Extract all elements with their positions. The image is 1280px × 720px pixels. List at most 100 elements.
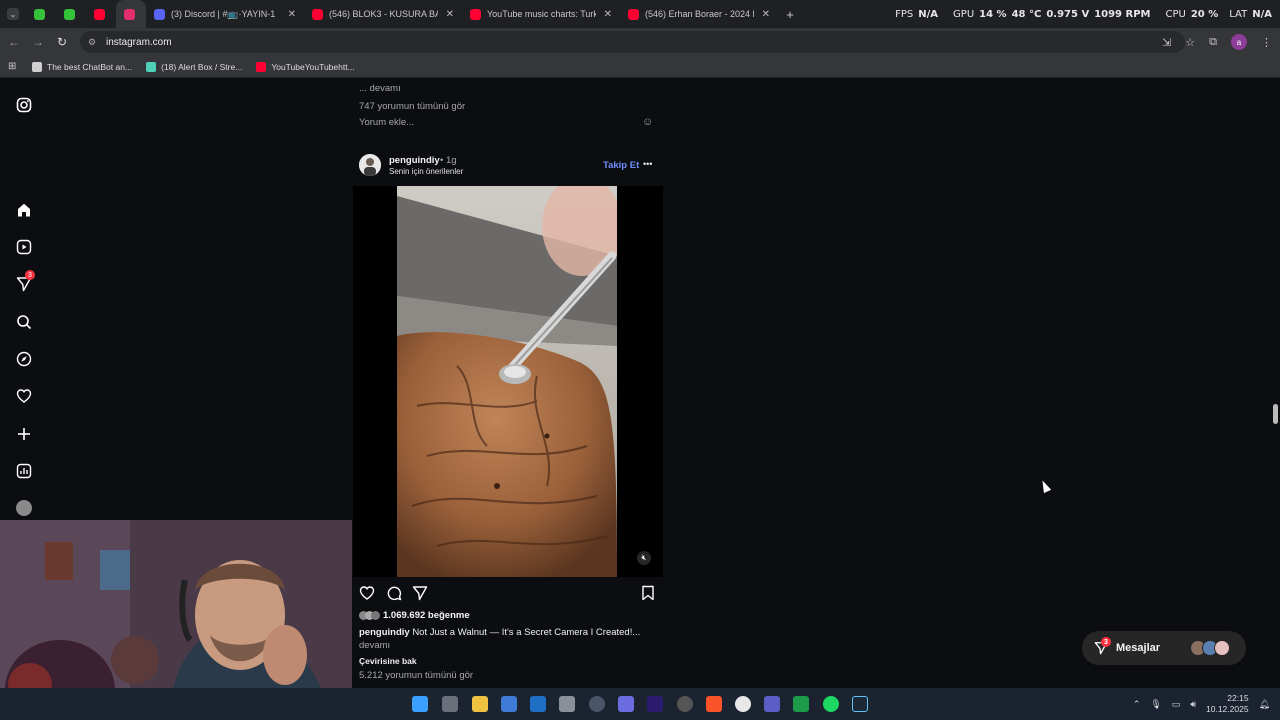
tab-favicon-icon (628, 8, 639, 20)
browser-tab[interactable]: (546) BLOK3 - KUSURA BAKMA ✕ (304, 0, 462, 28)
tab-favicon-icon (64, 8, 75, 20)
post-avatar[interactable] (359, 154, 381, 176)
bookmarks-bar: ⊞ The best ChatBot an... (18) Alert Box /… (0, 56, 1280, 78)
bookmark-item[interactable]: The best ChatBot an... (32, 61, 133, 72)
clock[interactable]: 22:15 10.12.2025 (1206, 693, 1249, 715)
bookmark-item[interactable]: YouTubeYouTubehtt... (256, 61, 355, 72)
messages-button[interactable]: 3 Mesajlar (1082, 631, 1246, 665)
steam-icon[interactable] (852, 696, 868, 712)
home-icon[interactable] (15, 201, 33, 219)
emoji-icon[interactable]: ☺ (642, 116, 653, 128)
caption-username[interactable]: penguindiy (359, 627, 410, 638)
tab-close-icon[interactable]: ✕ (288, 9, 296, 20)
mute-icon[interactable]: 🔇︎ (637, 551, 651, 565)
post-actions (359, 585, 659, 601)
browser-tab[interactable] (26, 0, 56, 28)
outlook-icon[interactable] (530, 696, 546, 712)
post-username[interactable]: penguindiy (389, 155, 440, 166)
fps-label: FPS (895, 8, 914, 20)
settings-gear-icon[interactable] (559, 696, 575, 712)
profile-avatar[interactable]: a (1231, 34, 1247, 50)
url-text: instagram.com (106, 36, 172, 48)
browser-tab[interactable]: YouTube music charts: Turkey T ✕ (462, 0, 620, 28)
tray-chevron-up-icon[interactable]: ⌃ (1133, 699, 1141, 710)
view-comments-link[interactable]: 5.212 yorumun tümünü gör (359, 670, 473, 681)
previous-view-comments[interactable]: 747 yorumun tümünü gör (359, 101, 465, 112)
bookmark-label: YouTubeYouTubehtt... (271, 61, 355, 72)
premiere-icon[interactable] (647, 696, 663, 712)
search-icon[interactable] (15, 313, 33, 331)
gpu-rpm: 1099 RPM (1094, 8, 1151, 20)
browser-tab[interactable] (116, 0, 146, 28)
obs-icon[interactable] (677, 696, 693, 712)
post-video[interactable]: 🔇︎ (353, 186, 663, 577)
brave-icon[interactable] (706, 696, 722, 712)
windows-start-icon[interactable] (412, 696, 428, 712)
system-tray: ⌃ 🎙︎ ▭ 🔊︎ 22:15 10.12.2025 🔔︎ (1133, 688, 1270, 720)
back-arrow-icon[interactable]: ← (2, 35, 26, 49)
save-bookmark-icon[interactable] (640, 585, 656, 606)
more-options-icon[interactable]: ••• (643, 159, 652, 169)
task-view-icon[interactable] (442, 696, 458, 712)
browser-tab[interactable] (56, 0, 86, 28)
browser-tab[interactable]: (3) Discord | #📺·YAYIN-1 ✕ (146, 0, 304, 28)
teams-icon[interactable] (764, 696, 780, 712)
speedometer-icon[interactable] (589, 696, 605, 712)
chrome-icon[interactable] (735, 696, 751, 712)
create-plus-icon[interactable] (15, 425, 33, 443)
site-info-icon[interactable]: ⚙ (88, 37, 100, 48)
messenger-icon[interactable]: 3 (15, 270, 35, 293)
add-comment-input[interactable]: Yorum ekle... (359, 117, 414, 128)
bookmark-item[interactable]: (18) Alert Box / Stre... (146, 61, 242, 72)
spotify-icon[interactable] (823, 696, 839, 712)
bookmark-star-icon[interactable]: ☆ (1185, 36, 1195, 49)
tab-close-icon[interactable]: ✕ (762, 9, 770, 20)
follow-button[interactable]: Takip Et (603, 160, 639, 171)
install-app-icon[interactable]: ⇲ (1162, 36, 1171, 49)
like-heart-icon[interactable] (359, 585, 375, 606)
dashboard-icon[interactable] (15, 462, 33, 480)
file-explorer-icon[interactable] (472, 696, 488, 712)
copilot-icon[interactable] (618, 696, 634, 712)
comment-icon[interactable] (386, 585, 402, 606)
tab-favicon-icon (470, 8, 481, 20)
tab-search-button[interactable]: ⌄ (0, 0, 26, 28)
page-scrollbar[interactable] (1273, 404, 1278, 424)
browser-tab[interactable] (86, 0, 116, 28)
notification-bell-icon[interactable]: 🔔︎ (1259, 699, 1270, 710)
volume-icon[interactable]: 🔊︎ (1190, 699, 1196, 710)
reels-icon[interactable] (15, 238, 33, 256)
menu-kebab-icon[interactable]: ⋮ (1261, 36, 1272, 49)
sheets-icon[interactable] (793, 696, 809, 712)
apps-grid-icon[interactable]: ⊞ (8, 61, 22, 72)
profile-avatar-icon[interactable] (15, 499, 33, 517)
tab-close-icon[interactable]: ✕ (604, 9, 612, 20)
tab-close-icon[interactable]: ✕ (446, 9, 454, 20)
notifications-heart-icon[interactable] (15, 387, 33, 405)
bookmark-label: The best ChatBot an... (47, 61, 133, 72)
address-field[interactable]: ⚙ instagram.com (80, 31, 1185, 53)
forward-arrow-icon[interactable]: → (26, 35, 50, 49)
reload-icon[interactable]: ↻ (50, 35, 74, 49)
instagram-logo-icon[interactable] (15, 96, 33, 114)
browser-tab-bar: ⌄ (3) Discord | #📺·YAYIN-1 ✕ (546) BLOK3 -… (0, 0, 1280, 28)
message-avatars (1190, 640, 1230, 656)
likes-count[interactable]: 1.069.692 beğenme (383, 610, 470, 621)
tab-label: (3) Discord | #📺·YAYIN-1 (171, 8, 276, 19)
address-toolbar: ← → ↻ ⚙ instagram.com ⇲ ☆ ⧉ a ⋮ (0, 28, 1280, 56)
messenger-icon-small: 3 (1094, 637, 1111, 655)
previous-caption-more[interactable]: ... devamı (359, 83, 401, 94)
tab-label: YouTube music charts: Turkey T (487, 9, 596, 19)
share-icon[interactable] (412, 585, 428, 606)
microphone-icon[interactable]: 🎙︎ (1150, 699, 1161, 710)
messages-label: Mesajlar (1116, 642, 1161, 654)
new-tab-button[interactable]: + (778, 7, 802, 22)
extensions-icon[interactable]: ⧉ (1209, 36, 1217, 49)
network-icon[interactable]: ▭ (1172, 699, 1181, 710)
translate-link[interactable]: Çevirisine bak (359, 656, 417, 666)
explore-compass-icon[interactable] (15, 350, 33, 368)
clock-date: 10.12.2025 (1206, 704, 1249, 714)
store-icon[interactable] (501, 696, 517, 712)
caption-more-link[interactable]: devamı (359, 640, 390, 651)
browser-tab[interactable]: (546) Erhan Boraer - 2024 LIVE ✕ (620, 0, 778, 28)
